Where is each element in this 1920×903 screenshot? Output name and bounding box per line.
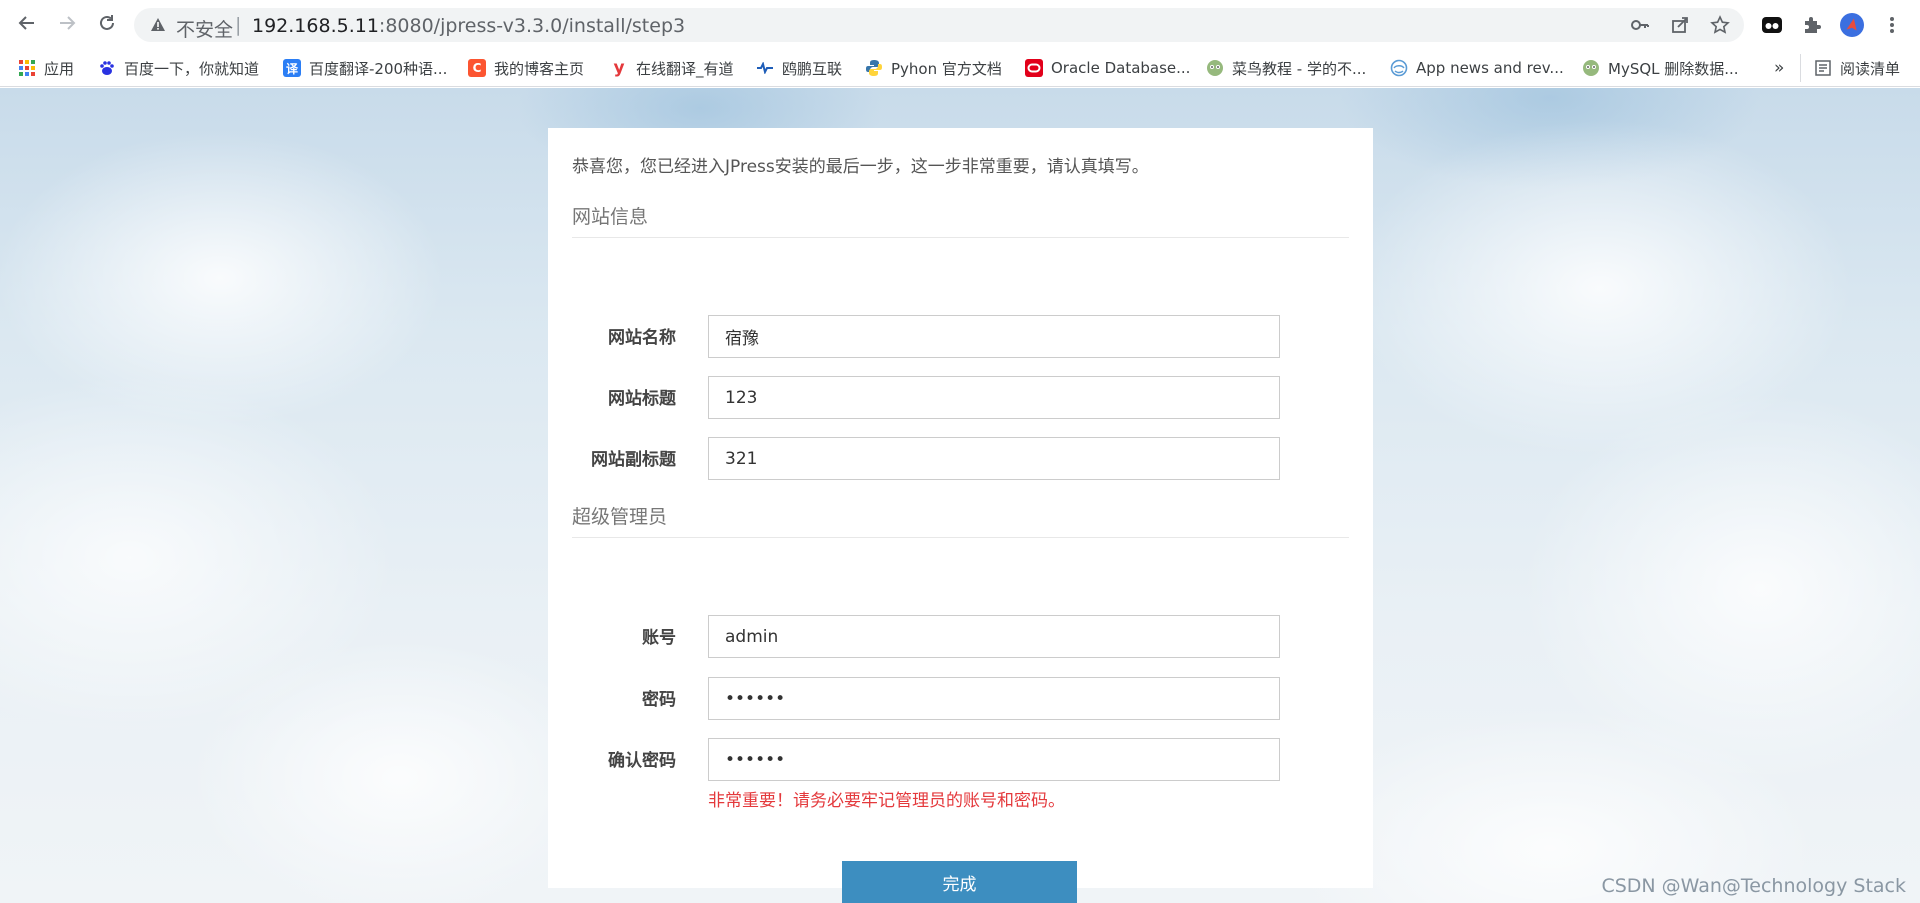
bookmark-runoob[interactable]: 菜鸟教程 - 学的不... <box>1206 57 1366 79</box>
back-arrow-icon <box>17 13 37 37</box>
bookmarks-divider <box>1800 54 1801 82</box>
bookmark-label: 鸥鹏互联 <box>782 59 843 78</box>
reload-button[interactable] <box>92 10 122 40</box>
page-viewport: 恭喜您，您已经进入JPress安装的最后一步，这一步非常重要，请认真填写。 网站… <box>0 88 1920 903</box>
confirm-password-label: 确认密码 <box>608 751 676 771</box>
bookmark-label: 我的博客主页 <box>494 59 585 78</box>
reading-list-label: 阅读清单 <box>1840 59 1901 78</box>
bookmark-label: 百度翻译-200种语... <box>309 59 448 78</box>
bookmark-baidu-translate[interactable]: 译 百度翻译-200种语... <box>283 57 447 79</box>
csdn-watermark: CSDN @Wan@Technology Stack <box>1601 875 1906 897</box>
key-icon[interactable] <box>1630 15 1650 35</box>
bookmark-app-news[interactable]: App news and rev... <box>1390 57 1564 79</box>
runoob-icon <box>1206 59 1224 77</box>
url-text[interactable]: 192.168.5.11:8080/jpress-v3.3.0/install/… <box>252 15 685 37</box>
site-title-input[interactable] <box>708 376 1280 419</box>
super-admin-heading: 超级管理员 <box>572 506 668 528</box>
profile-avatar[interactable] <box>1840 13 1864 37</box>
install-form-card: 恭喜您，您已经进入JPress安装的最后一步，这一步非常重要，请认真填写。 网站… <box>548 128 1373 903</box>
account-label: 账号 <box>642 628 676 648</box>
bookmark-label: Pyhon 官方文档 <box>891 59 1002 78</box>
url-host: 192.168.5.11 <box>252 15 379 37</box>
finish-button[interactable]: 完成 <box>842 861 1077 903</box>
password-input[interactable] <box>708 677 1280 720</box>
bookmark-label: App news and rev... <box>1416 59 1564 77</box>
site-subtitle-input[interactable] <box>708 437 1280 480</box>
password-label: 密码 <box>642 690 676 710</box>
reading-list-button[interactable]: 阅读清单 <box>1814 57 1900 79</box>
site-title-label: 网站标题 <box>608 389 676 409</box>
bookmark-label: 菜鸟教程 - 学的不... <box>1232 59 1367 78</box>
puzzle-extensions-icon[interactable] <box>1800 13 1824 37</box>
address-bar[interactable]: 不安全 | 192.168.5.11:8080/jpress-v3.3.0/in… <box>134 8 1744 42</box>
runoob-icon <box>1582 59 1600 77</box>
admin-warning-text: 非常重要！请务必要牢记管理员的账号和密码。 <box>708 791 1065 811</box>
bookmark-oracle[interactable]: Oracle Database... <box>1025 57 1190 79</box>
bookmark-label: 在线翻译_有道 <box>636 59 734 78</box>
bookmark-label: MySQL 删除数据... <box>1608 59 1739 78</box>
install-intro-text: 恭喜您，您已经进入JPress安装的最后一步，这一步非常重要，请认真填写。 <box>572 157 1149 177</box>
bookmark-baidu[interactable]: 百度一下，你就知道 <box>98 57 259 79</box>
bookmarks-bar: 应用 百度一下，你就知道 译 百度翻译-200种语... C 我的博客主页 y … <box>0 50 1920 87</box>
not-secure-label[interactable]: 不安全 <box>176 15 233 42</box>
share-icon[interactable] <box>1670 15 1690 35</box>
csdn-icon: C <box>468 59 486 77</box>
oracle-icon <box>1025 59 1043 77</box>
oupeng-icon <box>756 59 774 77</box>
bookmark-apps[interactable]: 应用 <box>18 57 74 79</box>
site-subtitle-label: 网站副标题 <box>591 450 676 470</box>
bookmark-label: 百度一下，你就知道 <box>124 59 260 78</box>
bookmark-mysql-delete[interactable]: MySQL 删除数据... <box>1582 57 1739 79</box>
account-input[interactable] <box>708 615 1280 658</box>
confirm-password-input[interactable] <box>708 738 1280 781</box>
warning-triangle-icon <box>150 17 166 33</box>
bookmark-oupeng[interactable]: 鸥鹏互联 <box>756 57 842 79</box>
bookmark-label: Oracle Database... <box>1051 59 1191 77</box>
bookmark-label: 应用 <box>44 59 75 78</box>
back-button[interactable] <box>12 10 42 40</box>
section-divider <box>572 237 1349 238</box>
browser-menu-icon[interactable] <box>1880 13 1904 37</box>
youdao-icon: y <box>613 58 625 78</box>
star-icon[interactable] <box>1710 15 1730 35</box>
reload-icon <box>97 13 117 37</box>
extension-app-icon[interactable] <box>1760 13 1784 37</box>
address-separator: | <box>235 14 242 36</box>
url-path: :8080/jpress-v3.3.0/install/step3 <box>378 15 686 37</box>
bookmark-youdao[interactable]: y 在线翻译_有道 <box>610 57 734 79</box>
bookmark-python-docs[interactable]: Pyhon 官方文档 <box>865 57 1002 79</box>
site-name-label: 网站名称 <box>608 328 676 348</box>
browser-toolbar: 不安全 | 192.168.5.11:8080/jpress-v3.3.0/in… <box>0 0 1920 50</box>
forward-arrow-icon <box>57 13 77 37</box>
site-info-heading: 网站信息 <box>572 206 649 228</box>
section-divider <box>572 537 1349 538</box>
reading-list-icon <box>1814 59 1832 77</box>
apps-grid-icon <box>18 59 36 77</box>
python-icon <box>865 59 883 77</box>
app-news-icon <box>1390 59 1408 77</box>
bookmarks-overflow-button[interactable]: » <box>1774 57 1784 79</box>
site-name-input[interactable] <box>708 315 1280 358</box>
bookmark-my-blog[interactable]: C 我的博客主页 <box>468 57 584 79</box>
translate-icon: 译 <box>283 59 301 77</box>
baidu-icon <box>98 59 116 77</box>
forward-button[interactable] <box>52 10 82 40</box>
